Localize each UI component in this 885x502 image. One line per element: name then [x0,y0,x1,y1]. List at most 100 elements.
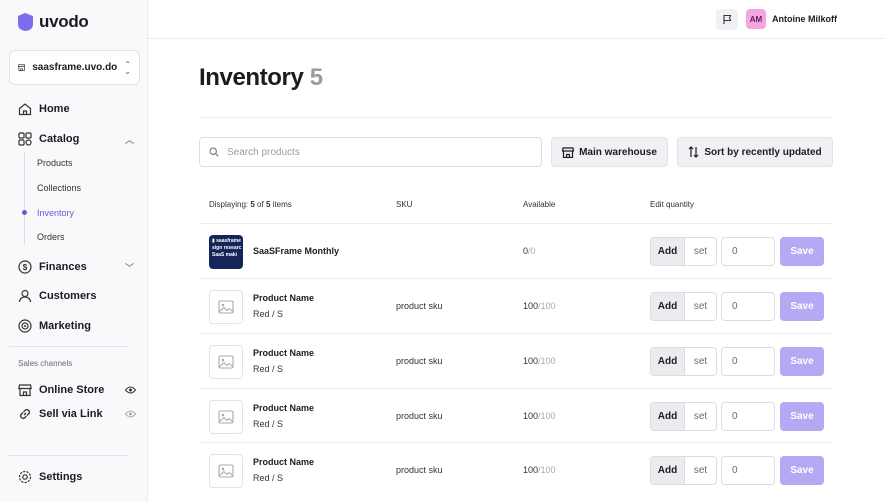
nav-collections[interactable]: Collections [37,183,81,193]
search-box[interactable] [199,137,542,167]
available-quantity: 100/100 [523,356,556,366]
product-name[interactable]: SaaSFrame Monthly [253,246,339,256]
product-thumbnail [209,290,243,324]
set-mode-button[interactable]: set [685,457,716,484]
image-placeholder-icon [218,300,234,314]
set-mode-button[interactable]: set [685,348,716,375]
chevron-down-icon: ﹀ [125,262,135,273]
flag-icon [722,14,731,24]
column-header-sku: SKU [396,200,413,209]
sort-label: Sort by recently updated [704,146,822,158]
eye-icon[interactable] [124,386,137,396]
set-mode-button[interactable]: set [685,403,716,430]
set-mode-button[interactable]: set [685,238,716,265]
search-icon [209,147,219,157]
nav-home-label: Home [39,103,70,115]
nav-settings[interactable]: Settings [18,470,82,484]
store-switcher[interactable]: saasframe.uvo.do ⌃ ⌄ [9,50,140,85]
add-mode-button[interactable]: Add [651,403,685,430]
add-mode-button[interactable]: Add [651,348,685,375]
sales-channels-label: Sales channels [18,359,73,368]
sidebar-divider [9,346,128,347]
avatar[interactable]: AM [746,9,766,29]
target-icon [18,319,32,333]
nav-inventory[interactable]: Inventory [37,208,74,218]
gear-icon [18,470,32,484]
user-icon [18,289,32,303]
add-set-toggle: Add set [650,402,717,431]
chevron-up-icon: ︿ [125,134,135,145]
store-icon [18,64,26,71]
nav-products[interactable]: Products [37,158,73,168]
save-button[interactable]: Save [780,347,824,376]
user-name[interactable]: Antoine Milkoff [772,14,837,24]
table-row: ▮ saasframe sign researc SaaS maki SaaSF… [199,224,833,278]
quantity-input[interactable]: 0 [721,292,775,321]
nav-settings-label: Settings [39,471,83,483]
available-quantity: 100/100 [523,465,556,475]
add-set-toggle: Add set [650,237,717,266]
product-thumbnail [209,454,243,488]
add-set-toggle: Add set [650,347,717,376]
nav-online-store-label: Online Store [39,384,105,396]
save-button[interactable]: Save [780,402,824,431]
sort-button[interactable]: Sort by recently updated [677,137,833,167]
nav-home[interactable]: Home [18,102,70,116]
product-variant: Red / S [253,364,284,374]
product-thumbnail [209,400,243,434]
product-sku: product sku [396,411,443,421]
nav-catalog[interactable]: Catalog ︿ [18,132,134,146]
product-name[interactable]: Product Name [253,293,314,303]
sidebar-divider [9,455,128,456]
product-name[interactable]: Product Name [253,348,314,358]
displaying-of: of [254,200,266,209]
title-divider [199,117,833,118]
eye-muted-icon[interactable] [124,410,137,420]
add-set-toggle: Add set [650,292,717,321]
quantity-input[interactable]: 0 [721,347,775,376]
available-quantity: 100/100 [523,301,556,311]
add-mode-button[interactable]: Add [651,457,685,484]
product-thumbnail [209,345,243,379]
submenu-guide-line [24,152,25,245]
image-placeholder-icon [218,355,234,369]
quantity-input[interactable]: 0 [721,402,775,431]
image-placeholder-icon [218,464,234,478]
nav-finances[interactable]: $ Finances ﹀ [18,260,134,274]
store-name: saasframe.uvo.do [32,62,118,73]
available-quantity: 0/0 [523,246,536,256]
save-button[interactable]: Save [780,237,824,266]
page-title: Inventory 5 [199,64,323,92]
home-icon [18,102,32,116]
product-name[interactable]: Product Name [253,457,314,467]
image-placeholder-icon [218,410,234,424]
search-input[interactable] [227,146,532,158]
product-name[interactable]: Product Name [253,403,314,413]
nav-customers[interactable]: Customers [18,289,96,303]
save-button[interactable]: Save [780,292,824,321]
catalog-icon [18,132,32,146]
quantity-input[interactable]: 0 [721,456,775,485]
nav-marketing[interactable]: Marketing [18,319,91,333]
set-mode-button[interactable]: set [685,293,716,320]
brand-name: uvodo [39,12,89,31]
chevron-up-down-icon: ⌃ ⌄ [124,59,131,76]
table-row: Product Name Red / S product sku 100/100… [199,334,833,388]
warehouse-button[interactable]: Main warehouse [551,137,668,167]
save-button[interactable]: Save [780,456,824,485]
nav-orders[interactable]: Orders [37,232,65,242]
add-mode-button[interactable]: Add [651,238,685,265]
brand-logo[interactable]: uvodo [18,12,89,32]
page-title-text: Inventory [199,64,304,91]
nav-sell-via-link[interactable]: Sell via Link [18,407,137,421]
feedback-button[interactable] [716,9,738,30]
warehouse-label: Main warehouse [579,146,657,158]
add-mode-button[interactable]: Add [651,293,685,320]
product-variant: Red / S [253,309,284,319]
nav-catalog-label: Catalog [39,133,80,145]
nav-customers-label: Customers [39,290,97,302]
inventory-count: 5 [309,64,323,91]
quantity-input[interactable]: 0 [721,237,775,266]
nav-online-store[interactable]: Online Store [18,383,137,397]
product-sku: product sku [396,301,443,311]
